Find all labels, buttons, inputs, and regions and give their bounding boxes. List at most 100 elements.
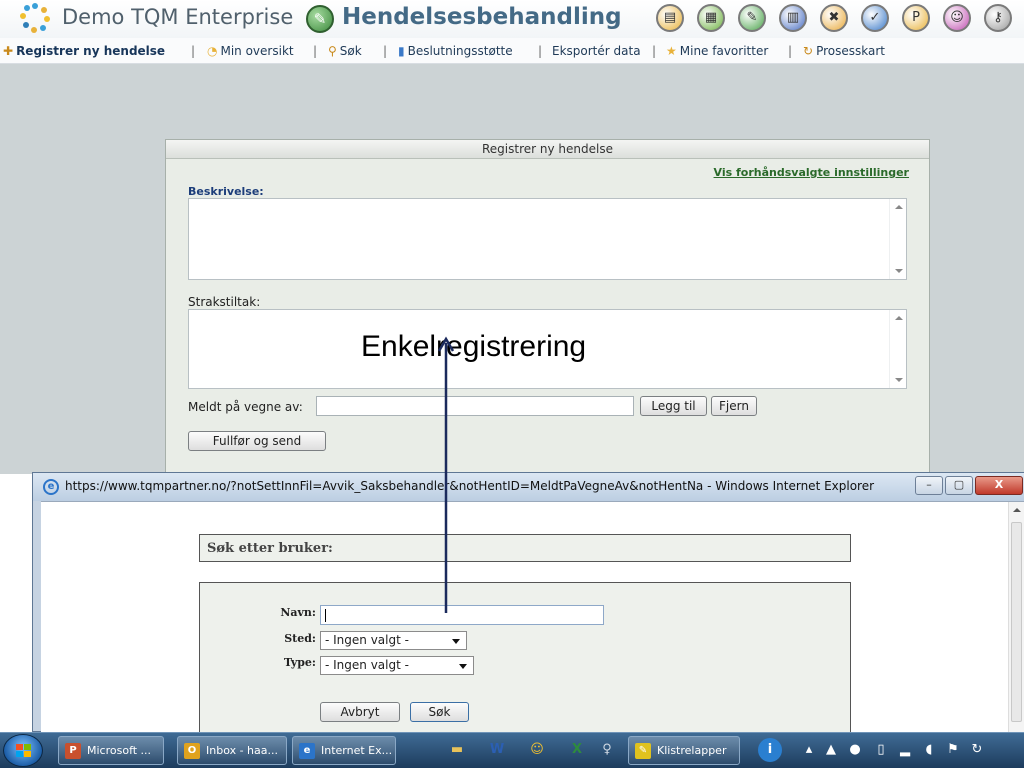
flag-icon[interactable]: ⚑ (944, 741, 962, 759)
tools-icon[interactable]: ✖ (820, 4, 848, 32)
place-selected-value: - Ingen valgt - (325, 633, 409, 647)
text-caret (325, 609, 326, 622)
taskbar-item-powerpoint[interactable]: P Microsoft ... (58, 736, 164, 765)
app-header: Demo TQM Enterprise ✎ Hendelsesbehandlin… (0, 0, 1024, 38)
close-button[interactable]: X (975, 476, 1023, 495)
nav-label: Søk (339, 44, 362, 58)
chevron-down-icon (452, 639, 460, 644)
sync-icon[interactable]: ↻ (968, 741, 986, 759)
person-icon[interactable]: ♀ (597, 740, 617, 760)
network-icon[interactable]: ▲ (822, 741, 840, 759)
signal-icon[interactable]: ▂ (896, 741, 914, 759)
checkmark-icon[interactable]: ✓ (861, 4, 889, 32)
excel-icon[interactable]: X (567, 740, 587, 760)
show-presets-link[interactable]: Vis forhåndsvalgte innstillinger (714, 166, 909, 179)
scroll-up-icon[interactable] (895, 205, 903, 209)
search-heading-box: Søk etter bruker: (199, 534, 851, 562)
immediate-action-label: Strakstiltak: (188, 295, 261, 309)
nav-label: Mine favoritter (679, 44, 769, 58)
nav-bar: ✚ Registrer ny hendelse | ◔ Min oversikt |… (0, 38, 1024, 64)
type-label: Type: (283, 656, 316, 669)
taskbar-item-label: Klistrelapper (657, 744, 727, 757)
maximize-button[interactable]: ▢ (945, 476, 973, 495)
taskbar-item-outlook[interactable]: O Inbox - haa... (177, 736, 287, 765)
name-input[interactable] (320, 605, 604, 625)
calendar-icon[interactable]: ▥ (779, 4, 807, 32)
ps-icon[interactable]: P (902, 4, 930, 32)
scroll-down-icon[interactable] (895, 378, 903, 382)
chart-icon: ▮ (398, 44, 405, 58)
start-button[interactable] (3, 734, 43, 767)
nav-my-overview[interactable]: ◔ Min oversikt (207, 38, 294, 64)
description-label: Beskrivelse: (188, 185, 264, 198)
popup-scrollbar[interactable] (1008, 502, 1024, 733)
windows-logo-icon (16, 744, 32, 758)
popup-window-title: https://www.tqmpartner.no/?notSettInnFil… (65, 479, 875, 493)
user-search-form: Navn: Sted: - Ingen valgt - Type: - Inge… (199, 582, 851, 742)
nav-my-favorites[interactable]: ★ Mine favoritter (666, 38, 768, 64)
internet-explorer-icon: e (43, 479, 59, 495)
name-label: Navn: (280, 606, 316, 619)
search-user-heading: Søk etter bruker: (207, 541, 333, 556)
outlook-icon: O (184, 743, 200, 759)
popup-titlebar[interactable]: e https://www.tqmpartner.no/?notSettInnF… (33, 473, 1024, 501)
search-button[interactable]: Søk (410, 702, 469, 722)
taskbar-item-sticky-notes[interactable]: ✎ Klistrelapper (628, 736, 740, 765)
place-label: Sted: (284, 632, 316, 645)
type-select[interactable]: - Ingen valgt - (320, 656, 474, 675)
search-icon: ⚲ (328, 44, 337, 58)
scroll-up-icon[interactable] (1013, 508, 1021, 512)
document-icon[interactable]: ▤ (656, 4, 684, 32)
popup-content: Søk etter bruker: Navn: Sted: - Ingen va… (41, 501, 1024, 742)
nav-decision-support[interactable]: ▮ Beslutningsstøtte (398, 38, 513, 64)
info-icon[interactable]: i (758, 738, 782, 762)
app-title: Demo TQM Enterprise (62, 5, 294, 29)
folder-icon[interactable]: ▬ (447, 740, 467, 760)
battery-icon[interactable]: ▯ (872, 741, 890, 759)
nav-separator: | (538, 44, 543, 58)
reported-on-behalf-input[interactable] (316, 396, 634, 416)
complete-and-send-button[interactable]: Fullfør og send (188, 431, 326, 451)
wrench-icon: ✎ (306, 5, 334, 33)
messenger-icon[interactable]: ☺ (527, 740, 547, 760)
volume-icon[interactable]: ◖ (920, 741, 938, 759)
description-scrollbar[interactable] (889, 199, 906, 279)
sticky-notes-icon: ✎ (635, 743, 651, 759)
process-icon: ↻ (803, 44, 814, 58)
people-icon[interactable]: ☺ (943, 4, 971, 32)
nav-separator: | (313, 44, 318, 58)
taskbar-item-internet-explorer[interactable]: e Internet Ex... (292, 736, 396, 765)
place-select[interactable]: - Ingen valgt - (320, 631, 467, 650)
immediate-action-scrollbar[interactable] (889, 310, 906, 388)
nav-process-map[interactable]: ↻ Prosesskart (803, 38, 885, 64)
circle-icon[interactable]: ● (846, 741, 864, 759)
taskbar-item-label: Inbox - haa... (206, 744, 279, 757)
add-button[interactable]: Legg til (640, 396, 707, 416)
nav-search[interactable]: ⚲ Søk (328, 38, 362, 64)
wrench-icon[interactable]: ✎ (738, 4, 766, 32)
nav-label: Eksportér data (552, 44, 641, 58)
annotation-callout: Enkelregistrering (361, 330, 587, 363)
description-textarea[interactable] (188, 198, 907, 280)
nav-label: Prosesskart (816, 44, 885, 58)
panel-title: Registrer ny hendelse (166, 140, 929, 159)
scrollbar-thumb[interactable] (1011, 522, 1022, 722)
chevron-up-icon[interactable]: ▴ (800, 741, 818, 759)
nav-export-data[interactable]: Eksportér data (552, 38, 641, 64)
nav-register-new-incident[interactable]: ✚ Registrer ny hendelse (3, 38, 165, 64)
nav-label: Registrer ny hendelse (16, 44, 166, 58)
word-icon[interactable]: W (487, 740, 507, 760)
key-icon[interactable]: ⚷ (984, 4, 1012, 32)
minimize-button[interactable]: – (915, 476, 943, 495)
user-search-popup-window: e https://www.tqmpartner.no/?notSettInnF… (32, 472, 1024, 742)
reported-on-behalf-label: Meldt på vegne av: (188, 400, 303, 414)
register-incident-panel: Registrer ny hendelse Vis forhåndsvalgte… (165, 139, 930, 475)
remove-button[interactable]: Fjern (711, 396, 757, 416)
cancel-button[interactable]: Avbryt (320, 702, 400, 722)
dashboard-icon[interactable]: ▦ (697, 4, 725, 32)
taskbar-item-label: Internet Ex... (321, 744, 393, 757)
scroll-down-icon[interactable] (895, 269, 903, 273)
windows-taskbar: P Microsoft ... O Inbox - haa... e Inter… (0, 732, 1024, 768)
scroll-up-icon[interactable] (895, 316, 903, 320)
nav-separator: | (191, 44, 196, 58)
